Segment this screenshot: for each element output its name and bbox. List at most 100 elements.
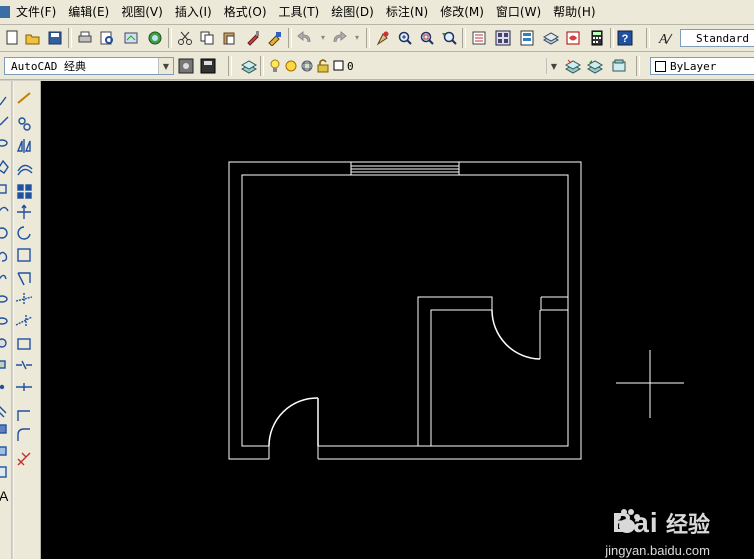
join-icon (16, 383, 32, 391)
standard-toolbar: ▾ ▾ ? A Standard (0, 25, 754, 52)
app-icon (0, 6, 10, 18)
line-icon (0, 96, 7, 106)
text-style-icon[interactable]: A (656, 29, 674, 47)
left-toolbar-icons: A (0, 81, 33, 559)
menu-modify[interactable]: 修改(M) (434, 0, 490, 24)
multiline-text-icon: A (0, 488, 9, 504)
menu-view[interactable]: 视图(V) (115, 0, 169, 24)
arc-icon (0, 206, 9, 212)
break-icon (16, 360, 32, 370)
hatch-icon (0, 406, 7, 418)
help-icon[interactable]: ? (616, 29, 634, 47)
zoom-realtime-icon[interactable] (396, 29, 414, 47)
cut-icon[interactable] (176, 29, 194, 47)
layer-properties-icon[interactable] (240, 57, 258, 75)
menu-dimension[interactable]: 标注(N) (380, 0, 434, 24)
partition-wall (417, 296, 493, 446)
menu-file[interactable]: 文件(F) (10, 0, 62, 24)
workspace-settings-icon[interactable] (177, 57, 195, 75)
make-current-layer-icon[interactable] (564, 57, 582, 75)
watermark-brand-cn: 经验 (665, 512, 710, 537)
print-icon[interactable] (76, 29, 94, 47)
new-icon[interactable] (3, 29, 21, 47)
workspace-value: AutoCAD 经典 (11, 60, 86, 73)
table-icon (0, 466, 7, 478)
block-editor-icon[interactable] (266, 29, 284, 47)
stretch-icon (17, 272, 31, 286)
menu-bar: 文件(F) 编辑(E) 视图(V) 插入(I) 格式(O) 工具(T) 绘图(D… (0, 0, 754, 25)
chevron-down-icon: ▼ (546, 58, 561, 74)
mirror-icon (16, 139, 31, 153)
chamfer-icon (17, 410, 30, 421)
draw-modify-toolbars: A (0, 81, 41, 559)
menu-format[interactable]: 格式(O) (218, 0, 273, 24)
layer-previous-icon[interactable] (586, 57, 604, 75)
color-value: ByLayer (670, 59, 717, 73)
layer-dropdown[interactable]: 0 ▼ (343, 57, 561, 75)
trim-icon (15, 293, 33, 305)
watermark-url: jingyan.baidu.com (605, 543, 710, 558)
offset-icon (17, 164, 33, 176)
move-icon (17, 204, 31, 219)
polyline-icon (0, 139, 8, 147)
ellipse-arc-icon (0, 317, 8, 325)
extend-icon (15, 315, 33, 327)
sheet-set-icon[interactable] (542, 29, 560, 47)
paw-icon (615, 509, 641, 533)
match-properties-icon[interactable] (244, 29, 262, 47)
gradient-icon (0, 424, 7, 434)
bathroom-door-swing (491, 309, 541, 360)
markup-icon[interactable] (564, 29, 582, 47)
layer-value: 0 (347, 59, 354, 73)
revision-cloud-icon (0, 251, 8, 262)
design-center-icon[interactable] (494, 29, 512, 47)
menu-tools[interactable]: 工具(T) (273, 0, 326, 24)
undo-icon[interactable] (296, 29, 314, 47)
construction-line-icon (0, 116, 9, 126)
menu-edit[interactable]: 编辑(E) (62, 0, 115, 24)
pan-icon[interactable] (374, 29, 392, 47)
redo-dropdown-icon[interactable]: ▾ (348, 29, 366, 47)
menu-help[interactable]: 帮助(H) (547, 0, 601, 24)
chevron-down-icon: ▼ (158, 58, 173, 74)
properties-icon[interactable] (470, 29, 488, 47)
quickcalc-icon[interactable] (588, 29, 606, 47)
print-preview-icon[interactable] (98, 29, 116, 47)
drawing-canvas[interactable]: Bai 经验 jingyan.baidu.com (41, 81, 754, 559)
fillet-icon (17, 428, 30, 441)
scale-icon (17, 248, 31, 262)
menu-draw[interactable]: 绘图(D) (325, 0, 380, 24)
paste-icon[interactable] (220, 29, 238, 47)
point-icon (0, 384, 5, 390)
zoom-previous-icon[interactable] (440, 29, 458, 47)
watermark: Bai 经验 jingyan.baidu.com (605, 507, 710, 558)
layer-states-icon[interactable] (610, 57, 628, 75)
menu-insert[interactable]: 插入(I) (169, 0, 218, 24)
workspace-dropdown[interactable]: AutoCAD 经典 ▼ (4, 57, 174, 75)
color-dropdown[interactable]: ByLayer (650, 57, 754, 75)
explode-icon (17, 452, 31, 466)
make-block-icon (0, 360, 6, 369)
svg-text:?: ? (622, 33, 629, 45)
tool-palettes-icon[interactable] (518, 29, 536, 47)
zoom-window-icon[interactable] (418, 29, 436, 47)
rotate-icon (17, 226, 31, 240)
copy-icon[interactable] (198, 29, 216, 47)
region-icon (0, 446, 7, 456)
crosshair-cursor (616, 350, 684, 418)
copy-object-icon (18, 117, 26, 125)
break-at-point-icon (17, 338, 31, 350)
3d-dwf-icon[interactable] (146, 29, 164, 47)
floor-plan-drawing (228, 161, 684, 460)
save-icon[interactable] (46, 29, 64, 47)
publish-icon[interactable] (122, 29, 140, 47)
menu-window[interactable]: 窗口(W) (490, 0, 547, 24)
text-style-dropdown[interactable]: Standard (680, 29, 754, 47)
save-workspace-icon[interactable] (199, 57, 217, 75)
open-icon[interactable] (24, 29, 42, 47)
redo-icon[interactable] (330, 29, 348, 47)
erase-icon (17, 92, 31, 104)
rectangle-icon (0, 184, 7, 194)
polygon-icon (0, 159, 9, 174)
window (350, 162, 460, 175)
